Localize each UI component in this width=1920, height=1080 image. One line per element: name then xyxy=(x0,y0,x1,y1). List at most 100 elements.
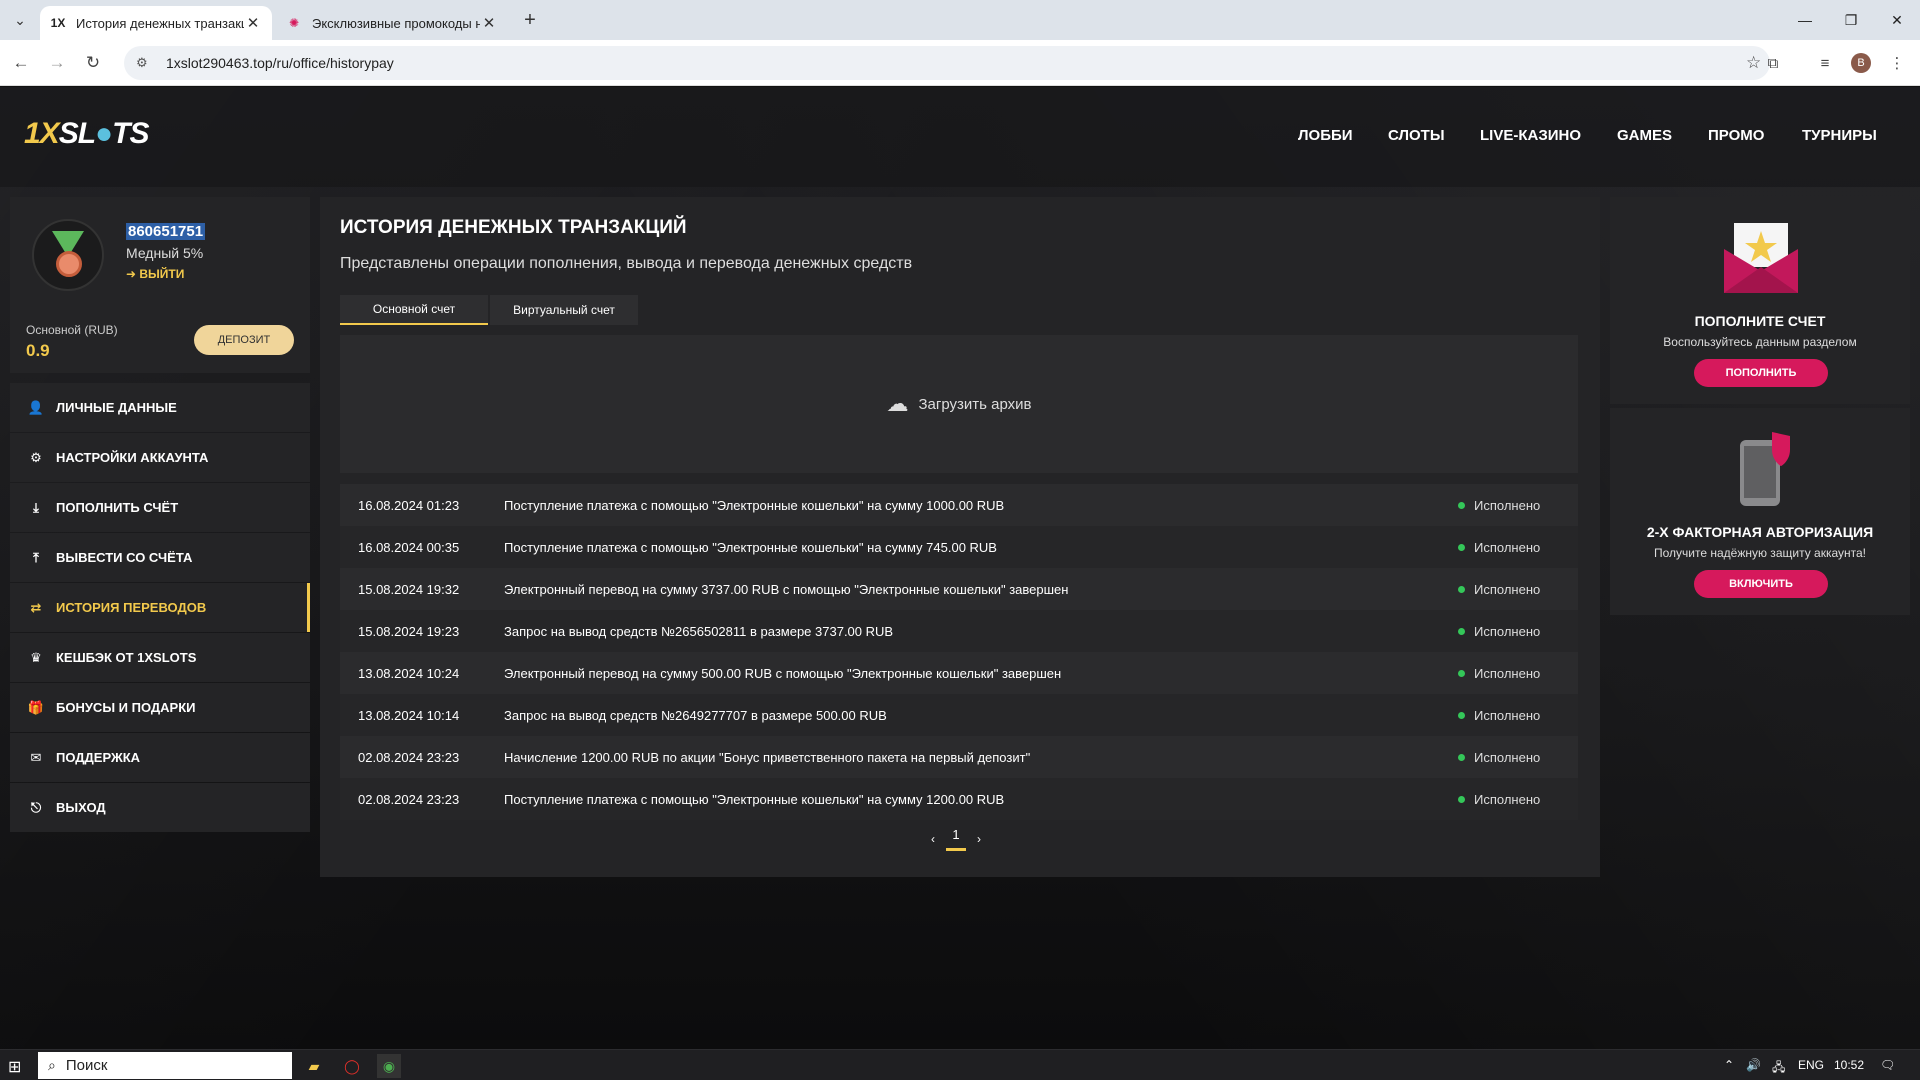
sidebar-item-cashback[interactable]: ♛ КЕШБЭК ОТ 1XSLOTS xyxy=(10,633,310,682)
user-settings-icon: ⚙ xyxy=(30,449,42,465)
logout-link[interactable]: ➜ ВЫЙТИ xyxy=(126,267,184,281)
tab-search-chevron-icon[interactable]: ⌄ xyxy=(6,8,34,32)
tab-title: История денежных транзакций xyxy=(76,15,244,31)
transactions-panel: ИСТОРИЯ ДЕНЕЖНЫХ ТРАНЗАКЦИЙ Представлены… xyxy=(320,197,1600,877)
status-badge: Исполнено xyxy=(1458,498,1578,513)
tx-description: Электронный перевод на сумму 500.00 RUB … xyxy=(504,665,1062,681)
transfer-icon: ⇄ xyxy=(30,599,42,615)
browser-tab-inactive[interactable]: ✺ Эксклюзивные промокоды на ✕ xyxy=(276,6,508,40)
volume-icon[interactable]: 🔊 xyxy=(1746,1058,1761,1072)
new-tab-plus-icon[interactable]: + xyxy=(518,8,542,32)
sidebar-item-deposit[interactable]: ⤓ ПОПОЛНИТЬ СЧЁТ xyxy=(10,483,310,532)
browser-menu-icon[interactable]: ⋮ xyxy=(1884,50,1910,76)
page-subtitle: Представлены операции пополнения, вывода… xyxy=(340,255,913,272)
status-dot-icon xyxy=(1458,669,1465,677)
cloud-download-icon: ☁ xyxy=(886,391,909,416)
nav-games[interactable]: GAMES xyxy=(1617,127,1672,144)
address-bar[interactable]: ⚙ 1xslot290463.top/ru/office/historypay … xyxy=(124,46,1770,80)
sidebar-item-support[interactable]: ✉ ПОДДЕРЖКА xyxy=(10,733,310,782)
status-badge: Исполнено xyxy=(1458,792,1578,807)
prev-page-chevron-icon[interactable]: ‹ xyxy=(920,832,946,846)
tx-date: 13.08.2024 10:14 xyxy=(358,707,460,723)
page-number-current[interactable]: 1 xyxy=(946,827,966,851)
tx-description: Поступление платежа с помощью "Электронн… xyxy=(504,497,1005,513)
table-row: 15.08.2024 19:23 Запрос на вывод средств… xyxy=(340,610,1578,652)
tx-date: 02.08.2024 23:23 xyxy=(358,749,460,765)
reload-icon[interactable]: ↻ xyxy=(80,50,106,76)
balance-label: Основной (RUB) xyxy=(26,323,118,337)
browser-tab-active[interactable]: 1X История денежных транзакций ✕ xyxy=(40,6,272,40)
url-text: 1xslot290463.top/ru/office/historypay xyxy=(166,55,394,71)
network-icon[interactable]: 🖧 xyxy=(1772,1058,1785,1079)
status-badge: Исполнено xyxy=(1458,750,1578,765)
status-badge: Исполнено xyxy=(1458,624,1578,639)
enable-2fa-button[interactable]: ВКЛЮЧИТЬ xyxy=(1694,570,1828,598)
nav-slots[interactable]: СЛОТЫ xyxy=(1388,127,1445,144)
tray-chevron-up-icon[interactable]: ⌃ xyxy=(1724,1058,1734,1072)
sidebar-item-transfer-history[interactable]: ⇄ ИСТОРИЯ ПЕРЕВОДОВ xyxy=(10,583,310,632)
sidebar-item-personal-data[interactable]: 👤 ЛИЧНЫЕ ДАННЫЕ xyxy=(10,383,310,432)
site-logo[interactable]: 1XSL●TS xyxy=(24,117,150,151)
status-dot-icon xyxy=(1458,585,1465,593)
tx-description: Начисление 1200.00 RUB по акции "Бонус п… xyxy=(504,749,1031,765)
status-dot-icon xyxy=(1458,627,1465,635)
os-taskbar: ⊞ ⌕ Поиск ▰ ◯ ◉ ⌃ 🔊 🖧 ENG 10:52 🗨 xyxy=(0,1049,1920,1080)
user-level: Медный 5% xyxy=(126,245,204,261)
tab-main-account[interactable]: Основной счет xyxy=(340,295,488,325)
tx-description: Электронный перевод на сумму 3737.00 RUB… xyxy=(504,581,1069,597)
window-close-icon[interactable]: ✕ xyxy=(1874,0,1920,40)
table-row: 16.08.2024 01:23 Поступление платежа с п… xyxy=(340,484,1578,526)
tx-date: 15.08.2024 19:23 xyxy=(358,623,460,639)
nav-promo[interactable]: ПРОМО xyxy=(1708,127,1764,144)
nav-lobby[interactable]: ЛОББИ xyxy=(1298,127,1353,144)
windows-start-icon[interactable]: ⊞ xyxy=(8,1057,21,1077)
back-arrow-icon[interactable]: ← xyxy=(8,50,34,76)
pagination: ‹ 1 › xyxy=(920,827,992,851)
nav-tournaments[interactable]: ТУРНИРЫ xyxy=(1802,127,1877,144)
keyboard-language[interactable]: ENG xyxy=(1798,1058,1824,1072)
level-medal-icon xyxy=(32,219,104,291)
sidebar-item-bonuses[interactable]: 🎁 БОНУСЫ И ПОДАРКИ xyxy=(10,683,310,732)
opera-browser-icon[interactable]: ◯ xyxy=(340,1054,364,1078)
tab-close-icon[interactable]: ✕ xyxy=(244,14,262,32)
forward-arrow-icon[interactable]: → xyxy=(44,50,70,76)
exit-icon: ➜ xyxy=(126,267,140,281)
two-factor-widget-subtitle: Получите надёжную защиту аккаунта! xyxy=(1653,546,1866,560)
deposit-widget-subtitle: Воспользуйтесь данным разделом xyxy=(1663,335,1857,349)
tab-close-icon[interactable]: ✕ xyxy=(480,14,498,32)
topup-button[interactable]: ПОПОЛНИТЬ xyxy=(1694,359,1828,387)
notifications-icon[interactable]: 🗨 xyxy=(1880,1058,1895,1072)
file-explorer-icon[interactable]: ▰ xyxy=(302,1054,326,1078)
restore-icon[interactable]: ❐ xyxy=(1828,0,1874,40)
status-badge: Исполнено xyxy=(1458,708,1578,723)
chrome-browser-icon[interactable]: ◉ xyxy=(377,1054,401,1078)
tx-date: 02.08.2024 23:23 xyxy=(358,791,460,807)
nav-live-casino[interactable]: LIVE-КАЗИНО xyxy=(1480,127,1581,144)
tx-date: 16.08.2024 01:23 xyxy=(358,497,460,513)
tab-virtual-account[interactable]: Виртуальный счет xyxy=(490,295,638,325)
deposit-button[interactable]: ДЕПОЗИТ xyxy=(194,325,294,355)
search-icon: ⌕ xyxy=(48,1057,56,1073)
media-controls-icon[interactable]: ≡ xyxy=(1812,50,1838,76)
sidebar-item-withdraw[interactable]: ⤒ ВЫВЕСТИ СО СЧЁТА xyxy=(10,533,310,582)
mail-icon: ✉ xyxy=(30,749,42,765)
clock-time[interactable]: 10:52 xyxy=(1834,1058,1864,1072)
sidebar-item-exit[interactable]: ⎋ ВЫХОД xyxy=(10,783,310,832)
browser-profile-avatar[interactable]: B xyxy=(1851,53,1871,73)
status-dot-icon xyxy=(1458,753,1465,761)
download-archive-button[interactable]: ☁ Загрузить архив xyxy=(340,335,1578,473)
tx-description: Запрос на вывод средств №2649277707 в ра… xyxy=(504,707,887,723)
table-row: 16.08.2024 00:35 Поступление платежа с п… xyxy=(340,526,1578,568)
sidebar-item-account-settings[interactable]: ⚙ НАСТРОЙКИ АККАУНТА xyxy=(10,433,310,482)
two-factor-widget-title: 2-Х ФАКТОРНАЯ АВТОРИЗАЦИЯ xyxy=(1646,524,1874,540)
page-title: ИСТОРИЯ ДЕНЕЖНЫХ ТРАНЗАКЦИЙ xyxy=(340,217,687,238)
profile-card: 860651751 Медный 5% ➜ ВЫЙТИ Основной (RU… xyxy=(10,197,310,373)
extensions-icon[interactable]: ⧉ xyxy=(1760,50,1786,76)
minimize-icon[interactable]: — xyxy=(1782,0,1828,40)
next-page-chevron-icon[interactable]: › xyxy=(966,832,992,846)
taskbar-search-input[interactable]: ⌕ Поиск xyxy=(38,1052,292,1079)
site-info-icon[interactable]: ⚙ xyxy=(136,55,154,71)
user-id: 860651751 xyxy=(126,223,206,240)
tx-date: 13.08.2024 10:24 xyxy=(358,665,460,681)
table-row: 13.08.2024 10:24 Электронный перевод на … xyxy=(340,652,1578,694)
